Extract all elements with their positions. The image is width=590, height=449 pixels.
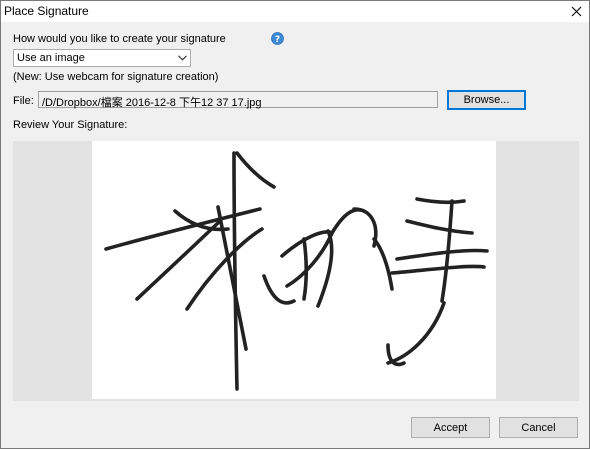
- file-path-value: /D/Dropbox/檔案 2016-12-8 下午12 37 17.jpg: [42, 97, 262, 109]
- review-label: Review Your Signature:: [13, 119, 128, 131]
- title-bar[interactable]: Place Signature: [1, 1, 589, 22]
- signature-canvas: [92, 141, 496, 399]
- close-button[interactable]: [563, 1, 589, 22]
- browse-button[interactable]: Browse...: [447, 90, 526, 110]
- signature-method-select[interactable]: Use an image: [13, 49, 191, 67]
- signature-method-label: How would you like to create your signat…: [13, 33, 226, 45]
- signature-method-value: Use an image: [17, 52, 85, 64]
- handwritten-signature: [104, 151, 489, 391]
- close-icon: [571, 6, 581, 17]
- file-label: File:: [13, 95, 34, 107]
- signature-preview: [13, 141, 579, 401]
- svg-text:?: ?: [275, 35, 280, 45]
- accept-button[interactable]: Accept: [411, 417, 490, 438]
- chevron-down-icon[interactable]: [174, 50, 190, 66]
- dialog-title: Place Signature: [4, 4, 89, 18]
- webcam-note: (New: Use webcam for signature creation): [13, 71, 219, 83]
- cancel-button[interactable]: Cancel: [499, 417, 578, 438]
- file-path-field[interactable]: /D/Dropbox/檔案 2016-12-8 下午12 37 17.jpg: [38, 91, 438, 109]
- help-icon[interactable]: ?: [271, 32, 284, 45]
- place-signature-dialog: Place Signature How would you like to cr…: [0, 0, 590, 449]
